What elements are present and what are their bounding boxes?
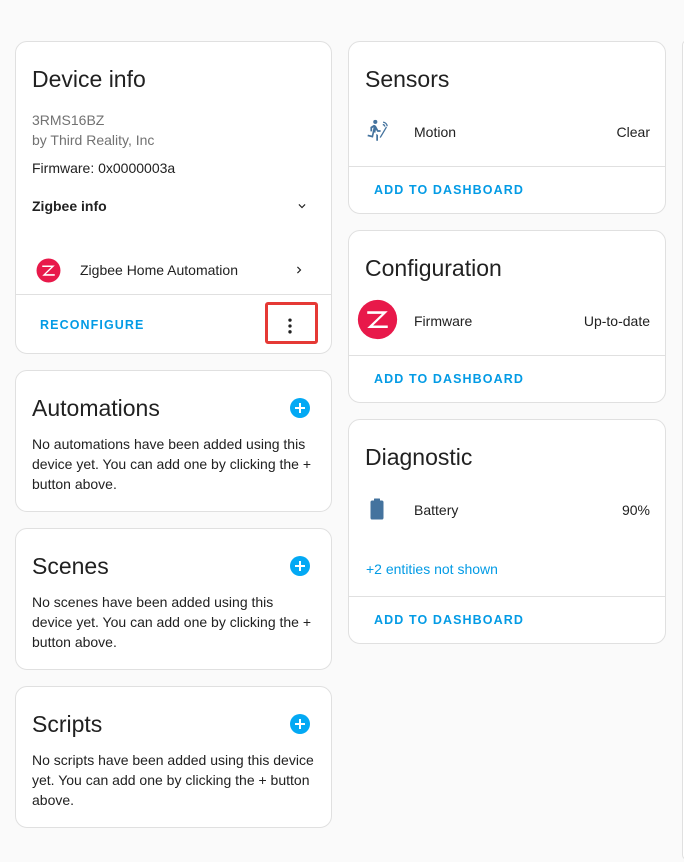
chevron-right-icon [292, 263, 306, 282]
battery-icon [367, 498, 387, 525]
plus-icon [294, 560, 306, 572]
device-model: 3RMS16BZ [32, 112, 105, 128]
diagnostic-row-battery[interactable]: Battery 90% [349, 492, 667, 526]
sensor-motion-name: Motion [414, 124, 457, 140]
diagnostic-card: Diagnostic Battery 90% +2 entities not s… [348, 419, 666, 644]
diagnostic-add-to-dashboard-button[interactable]: ADD TO DASHBOARD [374, 613, 524, 627]
device-info-title: Device info [32, 66, 146, 92]
scripts-card: Scripts No scripts have been added using… [15, 686, 332, 828]
config-firmware-name: Firmware [414, 313, 473, 329]
hidden-entities-link[interactable]: +2 entities not shown [366, 561, 498, 577]
scenes-title: Scenes [32, 553, 109, 579]
sensor-row-motion[interactable]: Motion Clear [349, 114, 667, 148]
automations-description: No automations have been added using thi… [32, 436, 312, 492]
add-script-button[interactable] [290, 714, 310, 734]
scripts-title: Scripts [32, 711, 103, 737]
zigbee-logo-icon [36, 258, 61, 288]
integration-label: Zigbee Home Automation [80, 262, 238, 278]
add-automation-button[interactable] [290, 398, 310, 418]
diagnostic-battery-state: 90% [621, 502, 650, 518]
plus-icon [294, 402, 306, 414]
diagnostic-title: Diagnostic [365, 444, 473, 470]
sensors-title: Sensors [365, 66, 450, 92]
configuration-title: Configuration [365, 255, 502, 281]
scenes-description: No scenes have been added using this dev… [32, 594, 312, 650]
config-firmware-state: Up-to-date [583, 313, 650, 329]
zigbee-logo-icon [357, 299, 398, 345]
reconfigure-button[interactable]: RECONFIGURE [40, 318, 144, 332]
automations-title: Automations [32, 395, 160, 421]
more-options-highlight [265, 302, 318, 344]
device-manufacturer: by Third Reality, Inc [32, 132, 155, 148]
scripts-description: No scripts have been added using this de… [32, 752, 314, 808]
sensors-add-to-dashboard-button[interactable]: ADD TO DASHBOARD [374, 183, 524, 197]
plus-icon [294, 718, 306, 730]
chevron-down-icon [295, 199, 309, 218]
zigbee-info-expander[interactable]: Zigbee info [16, 188, 333, 224]
add-scene-button[interactable] [290, 556, 310, 576]
scenes-card: Scenes No scenes have been added using t… [15, 528, 332, 670]
zigbee-info-label: Zigbee info [32, 198, 107, 214]
diagnostic-divider [349, 596, 665, 597]
sensor-motion-state: Clear [616, 124, 650, 140]
configuration-divider [349, 355, 665, 356]
sensors-card: Sensors Motion Clear ADD TO DASHBOARD [348, 41, 666, 214]
configuration-card: Configuration Firmware Up-to-date ADD TO… [348, 230, 666, 403]
device-firmware: Firmware: 0x0000003a [32, 160, 176, 176]
motion-sensor-icon [365, 118, 391, 149]
config-row-firmware[interactable]: Firmware Up-to-date [349, 297, 667, 343]
diagnostic-battery-name: Battery [414, 502, 459, 518]
sensors-divider [349, 166, 665, 167]
configuration-add-to-dashboard-button[interactable]: ADD TO DASHBOARD [374, 372, 524, 386]
automations-card: Automations No automations have been add… [15, 370, 332, 512]
integration-link[interactable]: Zigbee Home Automation [16, 250, 333, 290]
device-info-divider [16, 294, 331, 295]
